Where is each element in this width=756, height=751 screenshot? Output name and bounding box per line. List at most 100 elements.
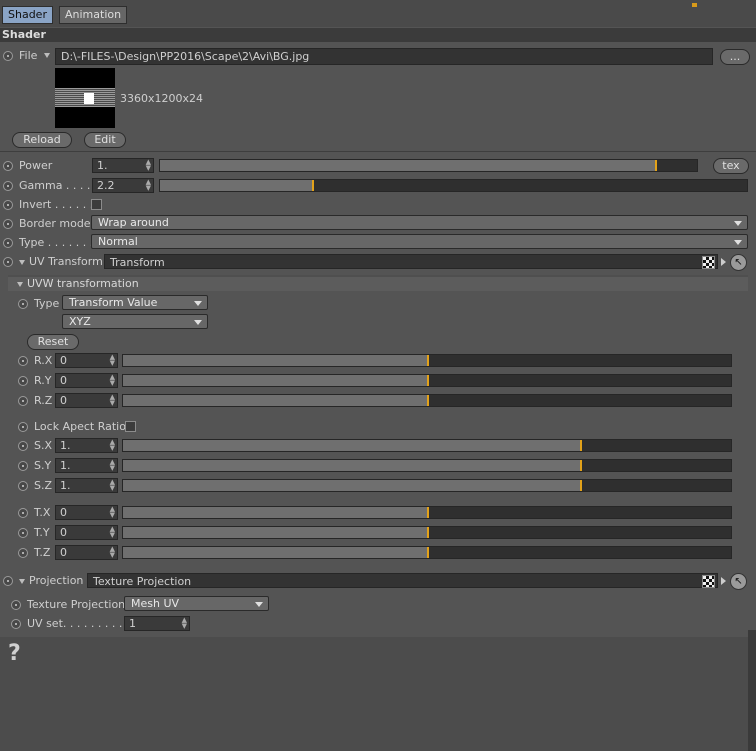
ty-input[interactable]: 0 ▲ ▼ — [55, 525, 118, 540]
scrollbar[interactable] — [748, 630, 756, 751]
uvw-type-radio-icon[interactable] — [18, 299, 28, 309]
lock-aspect-checkbox[interactable] — [125, 421, 136, 432]
rz-input[interactable]: 0 ▲ ▼ — [55, 393, 118, 408]
border-mode-radio-icon[interactable] — [3, 219, 13, 229]
slider-fill — [123, 527, 428, 538]
collapse-triangle-icon[interactable] — [17, 282, 23, 287]
uvw-type-dropdown[interactable]: Transform Value — [62, 295, 208, 310]
checker-icon[interactable] — [702, 256, 715, 269]
tex-button[interactable]: tex — [713, 158, 749, 174]
slider-marker[interactable] — [580, 460, 582, 471]
uvw-header[interactable]: UVW transformation — [8, 277, 748, 291]
rx-radio-icon[interactable] — [18, 356, 28, 366]
slider-marker[interactable] — [427, 375, 429, 386]
expand-triangle-icon[interactable] — [19, 260, 25, 265]
slider-marker[interactable] — [580, 440, 582, 451]
power-slider[interactable] — [159, 159, 698, 172]
rz-slider[interactable] — [122, 394, 732, 407]
reload-button[interactable]: Reload — [12, 132, 72, 148]
stepper-icon[interactable]: ▲ ▼ — [146, 159, 151, 172]
sy-input[interactable]: 1. ▲ ▼ — [55, 458, 118, 473]
slider-marker[interactable] — [427, 547, 429, 558]
invert-checkbox[interactable] — [91, 199, 102, 210]
stepper-icon[interactable]: ▲ ▼ — [110, 459, 115, 472]
stepper-icon[interactable]: ▲ ▼ — [110, 354, 115, 367]
tx-radio-icon[interactable] — [18, 508, 28, 518]
sy-slider[interactable] — [122, 459, 732, 472]
gamma-radio-icon[interactable] — [3, 181, 13, 191]
texture-projection-radio-icon[interactable] — [11, 600, 21, 610]
slider-fill — [123, 440, 581, 451]
tz-input[interactable]: 0 ▲ ▼ — [55, 545, 118, 560]
rx-slider[interactable] — [122, 354, 732, 367]
sz-radio-icon[interactable] — [18, 481, 28, 491]
rotation-order-dropdown[interactable]: XYZ — [62, 314, 208, 329]
sz-slider[interactable] — [122, 479, 732, 492]
slider-marker[interactable] — [580, 480, 582, 491]
file-dropdown-icon[interactable] — [44, 53, 50, 58]
stepper-icon[interactable]: ▲ ▼ — [110, 394, 115, 407]
ty-slider[interactable] — [122, 526, 732, 539]
slider-marker[interactable] — [427, 355, 429, 366]
tx-input[interactable]: 0 ▲ ▼ — [55, 505, 118, 520]
tz-radio-icon[interactable] — [18, 548, 28, 558]
uvw-header-label: UVW transformation — [27, 277, 139, 290]
checker-icon[interactable] — [702, 575, 715, 588]
stepper-icon[interactable]: ▲ ▼ — [110, 546, 115, 559]
stepper-icon[interactable]: ▲ ▼ — [110, 506, 115, 519]
stepper-icon[interactable]: ▲ ▼ — [110, 526, 115, 539]
sx-radio-icon[interactable] — [18, 441, 28, 451]
texture-projection-dropdown[interactable]: Mesh UV — [124, 596, 269, 611]
stepper-icon[interactable]: ▲ ▼ — [110, 479, 115, 492]
stepper-icon[interactable]: ▲ ▼ — [110, 439, 115, 452]
sx-input[interactable]: 1. ▲ ▼ — [55, 438, 118, 453]
gamma-input[interactable]: 2.2 ▲ ▼ — [92, 178, 154, 193]
slider-marker[interactable] — [427, 395, 429, 406]
reset-button[interactable]: Reset — [27, 334, 79, 350]
ry-radio-icon[interactable] — [18, 376, 28, 386]
ry-slider[interactable] — [122, 374, 732, 387]
gamma-slider[interactable] — [159, 179, 748, 192]
pointer-icon[interactable]: ↖ — [730, 573, 747, 590]
border-mode-dropdown[interactable]: Wrap around — [91, 215, 748, 230]
arrow-right-icon[interactable] — [721, 577, 726, 585]
rz-radio-icon[interactable] — [18, 396, 28, 406]
stepper-icon[interactable]: ▲ ▼ — [146, 179, 151, 192]
file-radio-icon[interactable] — [3, 51, 13, 61]
browse-button[interactable]: ... — [720, 49, 750, 65]
lock-aspect-radio-icon[interactable] — [18, 422, 28, 432]
ry-input[interactable]: 0 ▲ ▼ — [55, 373, 118, 388]
rx-input[interactable]: 0 ▲ ▼ — [55, 353, 118, 368]
uv-set-input[interactable]: 1 ▲ ▼ — [124, 616, 190, 631]
expand-triangle-icon[interactable] — [19, 579, 25, 584]
stepper-icon[interactable]: ▲ ▼ — [182, 617, 187, 630]
sy-radio-icon[interactable] — [18, 461, 28, 471]
tz-slider[interactable] — [122, 546, 732, 559]
sx-slider[interactable] — [122, 439, 732, 452]
uv-transform-radio-icon[interactable] — [3, 257, 13, 267]
projection-field[interactable]: Texture Projection — [87, 573, 718, 588]
type-dropdown[interactable]: Normal — [91, 234, 748, 249]
slider-marker[interactable] — [427, 527, 429, 538]
power-input[interactable]: 1. ▲ ▼ — [92, 158, 154, 173]
sz-input[interactable]: 1. ▲ ▼ — [55, 478, 118, 493]
help-icon[interactable]: ? — [8, 641, 21, 666]
tab-shader[interactable]: Shader — [2, 6, 53, 24]
projection-radio-icon[interactable] — [3, 576, 13, 586]
type-radio-icon[interactable] — [3, 238, 13, 248]
file-path-field[interactable]: D:\-FILES-\Design\PP2016\Scape\2\Avi\BG.… — [55, 48, 713, 65]
arrow-right-icon[interactable] — [721, 258, 726, 266]
uv-transform-field[interactable]: Transform — [104, 254, 718, 269]
invert-radio-icon[interactable] — [3, 200, 13, 210]
power-radio-icon[interactable] — [3, 161, 13, 171]
pointer-icon[interactable]: ↖ — [730, 254, 747, 271]
ty-radio-icon[interactable] — [18, 528, 28, 538]
tx-slider[interactable] — [122, 506, 732, 519]
stepper-icon[interactable]: ▲ ▼ — [110, 374, 115, 387]
slider-marker[interactable] — [312, 180, 314, 191]
slider-marker[interactable] — [427, 507, 429, 518]
uv-set-radio-icon[interactable] — [11, 619, 21, 629]
slider-marker[interactable] — [655, 160, 657, 171]
edit-button[interactable]: Edit — [84, 132, 126, 148]
tab-animation[interactable]: Animation — [59, 6, 128, 24]
